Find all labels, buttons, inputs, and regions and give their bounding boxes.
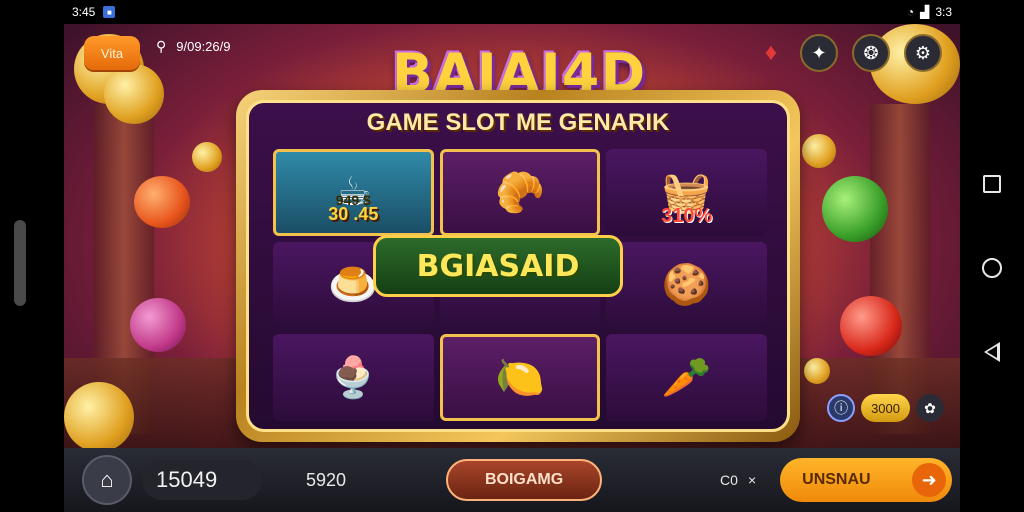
cookies-symbol: 🍪: [661, 263, 712, 308]
bet-settings-icon[interactable]: ✿: [916, 394, 944, 422]
game-mode-button[interactable]: BOIGAMG: [446, 459, 603, 501]
back-icon: [984, 342, 1000, 362]
reel-cell: ☕ 949 $ 30 .45: [273, 149, 434, 236]
reel-cell: 🥐: [439, 149, 601, 236]
reel-cell: 🍋: [439, 334, 601, 421]
home-button[interactable]: ⌂: [82, 455, 132, 505]
status-right-text: 3:3: [935, 5, 952, 19]
veggie-basket-symbol: 🥕: [661, 356, 712, 401]
coin-decor: [64, 382, 134, 452]
frame-heading: GAME SLOT ME GENARIK: [366, 109, 670, 136]
notification-icon: ■: [103, 6, 116, 18]
star-icon: ✦: [811, 42, 827, 63]
auto-counter[interactable]: C0 ×: [720, 472, 756, 488]
home-nav-button[interactable]: [981, 257, 1003, 279]
language-button[interactable]: ❂: [852, 34, 890, 72]
search-row[interactable]: ⚲ 9/09:26/9: [156, 38, 230, 55]
signal-icon: ▟: [920, 5, 930, 19]
reel-cell: 🍪: [606, 241, 767, 329]
settings-button[interactable]: ⚙: [904, 34, 942, 72]
arrow-right-icon: ➜: [912, 463, 947, 497]
reel-cell: 🍨: [273, 334, 434, 421]
gift-icon[interactable]: ♦: [756, 35, 786, 71]
reel-cell: 🥕: [606, 334, 767, 421]
globe-icon: ❂: [863, 42, 879, 63]
android-nav-bar: [960, 24, 1024, 512]
top-right-controls: ♦ ✦ ❂ ⚙: [756, 34, 942, 72]
recents-button[interactable]: [981, 173, 1003, 195]
bet-value[interactable]: 3000: [861, 394, 910, 422]
melon-decor: [822, 176, 888, 242]
spin-button[interactable]: UNSNAU ➜: [780, 458, 953, 502]
search-text: 9/09:26/9: [176, 39, 231, 54]
coin-decor: [802, 134, 836, 168]
wifi-icon: ◔: [906, 5, 915, 19]
vip-button[interactable]: Vita: [84, 36, 140, 70]
reel-cell: 🧺 310%: [606, 149, 767, 236]
side-handle[interactable]: [14, 220, 26, 306]
recents-icon: [983, 175, 1001, 193]
slot-frame-inner: GAME SLOT ME GENARIK ☕ 949 $ 30 .45 🥐 🧺 …: [246, 100, 790, 432]
dessert-cup-symbol: 🍨: [328, 356, 379, 401]
home-icon: ⌂: [100, 467, 114, 492]
slot-frame: GAME SLOT ME GENARIK ☕ 949 $ 30 .45 🥐 🧺 …: [236, 90, 800, 442]
coin-decor: [804, 358, 830, 384]
home-circle-icon: [982, 258, 1002, 278]
back-button[interactable]: [981, 341, 1003, 363]
gear-icon: ⚙: [914, 42, 932, 63]
spin-label: UNSNAU: [802, 471, 871, 488]
bet-info-icon[interactable]: ⓘ: [827, 394, 856, 422]
fruit-plate-symbol: 🍋: [495, 356, 545, 401]
cream-cup-symbol: 🍮: [328, 263, 379, 308]
search-icon: ⚲: [156, 38, 167, 54]
coin-decor: [104, 64, 164, 124]
status-bar: 3:45 ■ ◔ ▟ 3:3: [0, 0, 1024, 24]
balance-display: 15049: [142, 460, 262, 500]
candy-decor: [130, 298, 186, 352]
orange-decor: [134, 176, 190, 228]
bet-control: ⓘ 3000 ✿: [827, 394, 944, 422]
game-screen: Vita ⚲ 9/09:26/9 BAJAJ4D ♦ ✦ ❂ ⚙ GAME SL…: [64, 24, 960, 512]
counter-left: C0: [720, 472, 738, 488]
win-value: 5920: [306, 469, 347, 490]
cell-multiplier: 30 .45: [328, 203, 379, 224]
counter-close-icon[interactable]: ×: [748, 472, 756, 488]
apple-decor: [840, 296, 902, 356]
pastry-symbol: 🥐: [495, 170, 545, 215]
favorite-button[interactable]: ✦: [800, 34, 838, 72]
coin-decor: [192, 142, 222, 172]
center-banner: BGIASAID: [373, 235, 623, 297]
cell-percent: 310%: [661, 204, 713, 227]
bottom-bar: ⌂ 15049 5920 BOIGAMG C0 × UNSNAU ➜: [64, 448, 960, 512]
status-time: 3:45: [72, 5, 96, 19]
